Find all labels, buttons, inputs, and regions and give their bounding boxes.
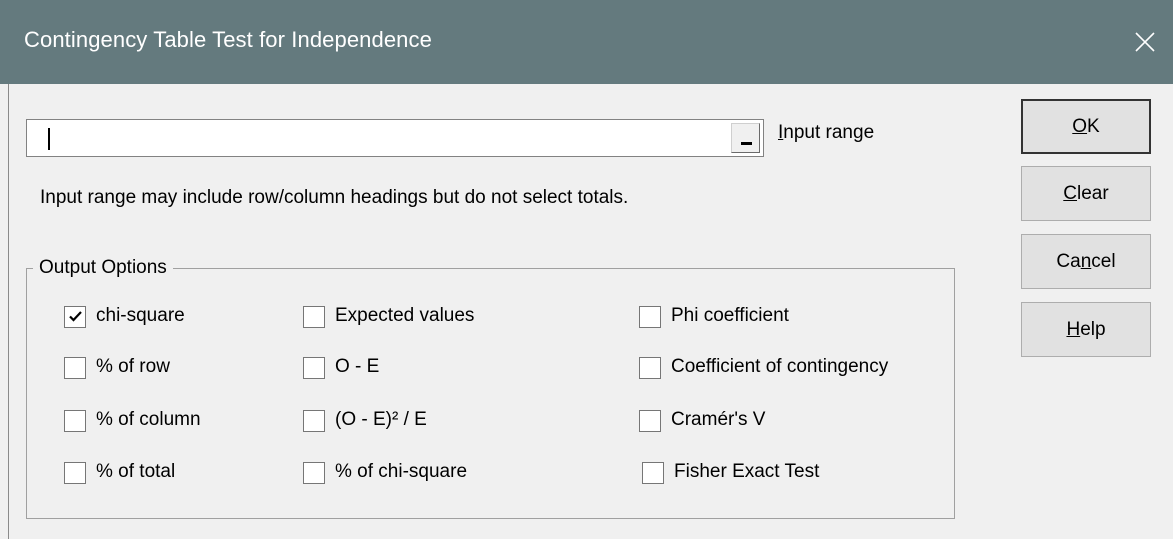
ok-button[interactable]: OK <box>1021 99 1151 154</box>
input-range-field[interactable] <box>26 119 764 157</box>
checkbox[interactable] <box>303 306 325 328</box>
checkbox[interactable] <box>303 462 325 484</box>
option-label: % of row <box>96 356 170 377</box>
text-caret <box>48 128 50 150</box>
range-collapse-button[interactable] <box>731 123 760 153</box>
option-label: % of total <box>96 461 176 482</box>
cancel-button[interactable]: Cancel <box>1021 234 1151 289</box>
input-range-hint: Input range may include row/column headi… <box>40 187 629 208</box>
checkbox[interactable] <box>64 410 86 432</box>
close-icon[interactable] <box>1125 22 1165 62</box>
checkbox[interactable] <box>639 410 661 432</box>
option-label: Cramér's V <box>671 409 766 430</box>
option-label: Coefficient of contingency <box>671 356 889 377</box>
input-range-label: Input range <box>778 122 875 143</box>
clear-button[interactable]: Clear <box>1021 166 1151 221</box>
checkbox[interactable] <box>642 462 664 484</box>
help-button[interactable]: Help <box>1021 302 1151 357</box>
checkbox[interactable] <box>64 357 86 379</box>
option-label: (O - E)² / E <box>335 409 427 430</box>
title-bar: Contingency Table Test for Independence <box>0 0 1173 84</box>
checkbox[interactable] <box>64 306 86 328</box>
option-label: chi-square <box>96 305 185 326</box>
option-label: O - E <box>335 356 380 377</box>
checkbox[interactable] <box>639 306 661 328</box>
checkmark-icon <box>69 311 82 322</box>
option-label: Fisher Exact Test <box>674 461 820 482</box>
option-label: % of chi-square <box>335 461 468 482</box>
checkbox[interactable] <box>64 462 86 484</box>
checkbox[interactable] <box>303 410 325 432</box>
checkbox[interactable] <box>639 357 661 379</box>
window-title: Contingency Table Test for Independence <box>24 27 432 52</box>
option-label: Expected values <box>335 305 475 326</box>
output-options-legend: Output Options <box>33 257 173 279</box>
collapse-icon <box>741 142 752 145</box>
option-label: Phi coefficient <box>671 305 789 326</box>
option-label: % of column <box>96 409 201 430</box>
dialog-body: Input range Input range may include row/… <box>8 84 1166 539</box>
checkbox[interactable] <box>303 357 325 379</box>
